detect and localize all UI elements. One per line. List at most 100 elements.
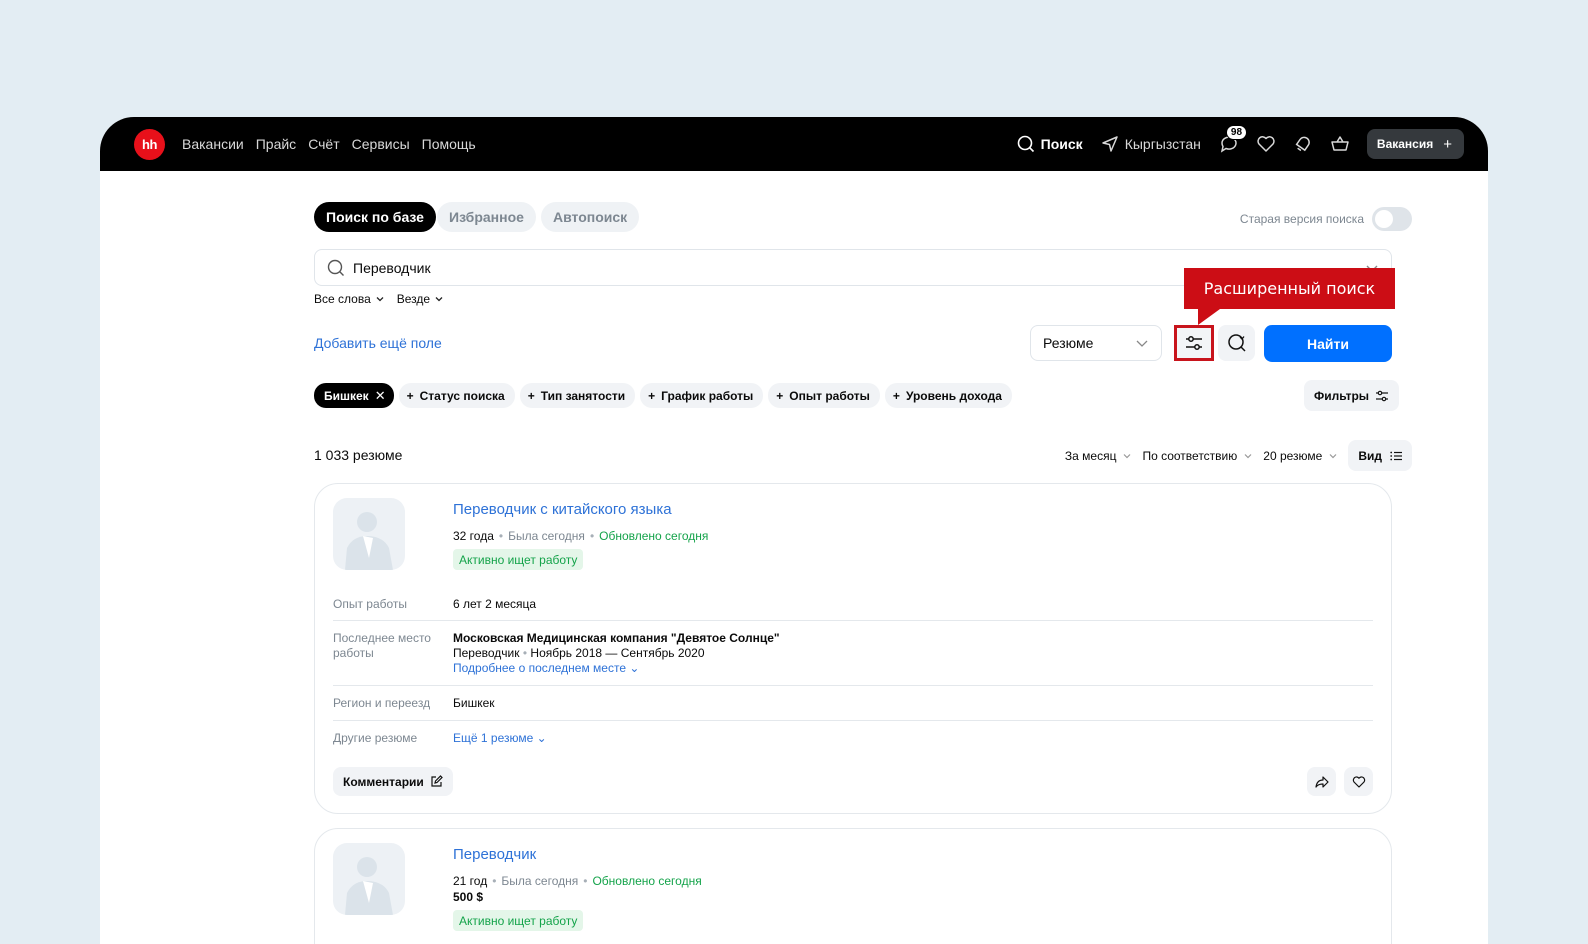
separator-dot: •	[492, 874, 497, 888]
region-value: Бишкек	[453, 696, 495, 710]
chevron-down-icon	[435, 297, 443, 302]
tab-favorites[interactable]: Избранное	[437, 202, 536, 232]
nav-link-services[interactable]: Сервисы	[352, 136, 410, 152]
results-count: 1 033 резюме	[314, 447, 403, 463]
chip-label: График работы	[661, 388, 754, 403]
resume-title-link[interactable]: Переводчик с китайского языка	[453, 501, 672, 518]
tab-database-search[interactable]: Поиск по базе	[314, 202, 436, 232]
resume-card[interactable]: Переводчик 21 год • Была сегодня • Обнов…	[314, 828, 1392, 944]
chevron-down-icon: ⌄	[629, 661, 640, 675]
save-autosearch-button[interactable]	[1218, 325, 1255, 361]
other-resumes-row: Другие резюме Ещё 1 резюме ⌄	[333, 731, 1373, 746]
app-window: hh Вакансии Прайс Счёт Сервисы Помощь По…	[100, 117, 1488, 944]
words-scope-select[interactable]: Все слова	[314, 292, 385, 306]
old-version-toggle[interactable]	[1372, 207, 1412, 231]
create-vacancy-button[interactable]: Вакансия +	[1366, 129, 1464, 159]
last-place-value: Московская Медицинская компания "Девятое…	[453, 631, 780, 676]
chip-employment-type[interactable]: + Тип занятости	[519, 383, 636, 408]
chip-income-level[interactable]: + Уровень дохода	[884, 383, 1012, 408]
heart-icon	[1257, 136, 1275, 152]
order-label: По соответствию	[1142, 448, 1238, 463]
sliders-icon	[1186, 336, 1202, 350]
experience-row: Опыт работы 6 лет 2 месяца	[333, 597, 1373, 612]
search-icon	[327, 259, 344, 276]
nav-search-button[interactable]: Поиск	[1017, 135, 1083, 153]
per-page-select[interactable]: 20 резюме	[1263, 449, 1338, 463]
advanced-search-tooltip: Расширенный поиск	[1184, 268, 1395, 309]
other-resumes-label: Другие резюме	[333, 731, 418, 745]
add-field-link[interactable]: Добавить ещё поле	[314, 335, 442, 351]
resume-updated: Обновлено сегодня	[599, 529, 709, 543]
search-heart-icon	[1227, 334, 1246, 352]
view-button[interactable]: Вид	[1348, 440, 1412, 471]
separator-dot: •	[498, 529, 504, 543]
comments-button[interactable]: Комментарии	[333, 767, 453, 796]
nav-right: Поиск Кыргызстан 98 Вакансия +	[1017, 125, 1464, 159]
messages-badge: 98	[1225, 125, 1248, 140]
messages-button[interactable]: 98	[1219, 125, 1248, 154]
nav-link-price[interactable]: Прайс	[256, 136, 296, 152]
nav-link-vacancies[interactable]: Вакансии	[182, 136, 244, 152]
words-scope-label: Все слова	[314, 292, 371, 306]
filters-label: Фильтры	[1314, 388, 1370, 403]
filter-chips: Бишкек ✕ + Статус поиска + Тип занятости +…	[314, 383, 1012, 408]
old-version-label: Старая версия поиска	[1239, 212, 1364, 226]
where-scope-label: Везде	[396, 292, 431, 306]
chip-region-label: Бишкек	[324, 388, 369, 403]
separator-dot: •	[589, 529, 595, 543]
resume-title-link[interactable]: Переводчик	[453, 846, 536, 863]
favorite-button[interactable]	[1344, 767, 1373, 796]
chip-region[interactable]: Бишкек ✕	[314, 383, 394, 408]
order-select[interactable]: По соответствию	[1142, 449, 1253, 463]
period-select[interactable]: За месяц	[1065, 449, 1133, 463]
divider	[333, 620, 1373, 621]
favorites-button[interactable]	[1256, 134, 1276, 154]
nav-link-help[interactable]: Помощь	[422, 136, 476, 152]
search-type-value: Резюме	[1043, 335, 1094, 351]
chip-work-schedule[interactable]: + График работы	[640, 383, 764, 408]
advanced-search-button[interactable]	[1174, 325, 1214, 361]
other-resumes-link-label: Ещё 1 резюме	[453, 731, 534, 745]
resume-card[interactable]: Переводчик с китайского языка 32 года • …	[314, 483, 1392, 814]
heart-icon	[1352, 775, 1365, 788]
other-resumes-link[interactable]: Ещё 1 резюме ⌄	[453, 731, 547, 746]
divider	[333, 685, 1373, 686]
divider	[333, 720, 1373, 721]
filters-button[interactable]: Фильтры	[1304, 380, 1400, 411]
find-button[interactable]: Найти	[1264, 325, 1392, 362]
chip-experience[interactable]: + Опыт работы	[768, 383, 880, 408]
separator-dot: •	[583, 874, 588, 888]
last-company: Московская Медицинская компания "Девятое…	[453, 631, 780, 645]
nav-links: Вакансии Прайс Счёт Сервисы Помощь	[182, 136, 476, 152]
avatar[interactable]	[333, 498, 405, 570]
chevron-down-icon	[1329, 453, 1337, 458]
cart-button[interactable]	[1330, 134, 1350, 154]
share-button[interactable]	[1307, 767, 1336, 796]
resume-age: 21 год	[453, 874, 488, 888]
avatar[interactable]	[333, 843, 405, 915]
hh-logo[interactable]: hh	[134, 128, 165, 160]
resume-last-seen: Была сегодня	[501, 874, 579, 888]
search-type-select[interactable]: Резюме	[1030, 325, 1162, 361]
resume-salary: 500 $	[453, 890, 484, 904]
chip-search-status[interactable]: + Статус поиска	[398, 383, 515, 408]
notifications-button[interactable]	[1293, 134, 1313, 154]
separator-dot: •	[522, 646, 528, 660]
status-badge: Активно ищет работу	[453, 910, 584, 931]
nav-region-button[interactable]: Кыргызстан	[1101, 135, 1201, 153]
chip-label: Статус поиска	[419, 388, 505, 403]
last-place-row: Последнее место работы Московская Медици…	[333, 631, 1373, 676]
resume-meta: 32 года • Была сегодня • Обновлено сегод…	[453, 529, 708, 543]
close-icon[interactable]: ✕	[375, 388, 386, 404]
chip-label: Уровень дохода	[905, 388, 1002, 403]
old-version-switch[interactable]: Старая версия поиска	[1240, 207, 1412, 231]
more-last-place-link[interactable]: Подробнее о последнем месте ⌄	[453, 661, 780, 676]
where-scope-select[interactable]: Везде	[397, 292, 444, 306]
basket-icon	[1331, 136, 1349, 151]
person-placeholder-icon	[345, 857, 393, 915]
tab-autosearch[interactable]: Автопоиск	[541, 202, 640, 232]
region-row: Регион и переезд Бишкек	[333, 696, 1373, 711]
nav-link-account[interactable]: Счёт	[308, 136, 339, 152]
nav-search-label: Поиск	[1040, 136, 1083, 152]
resume-last-seen: Была сегодня	[508, 529, 585, 543]
